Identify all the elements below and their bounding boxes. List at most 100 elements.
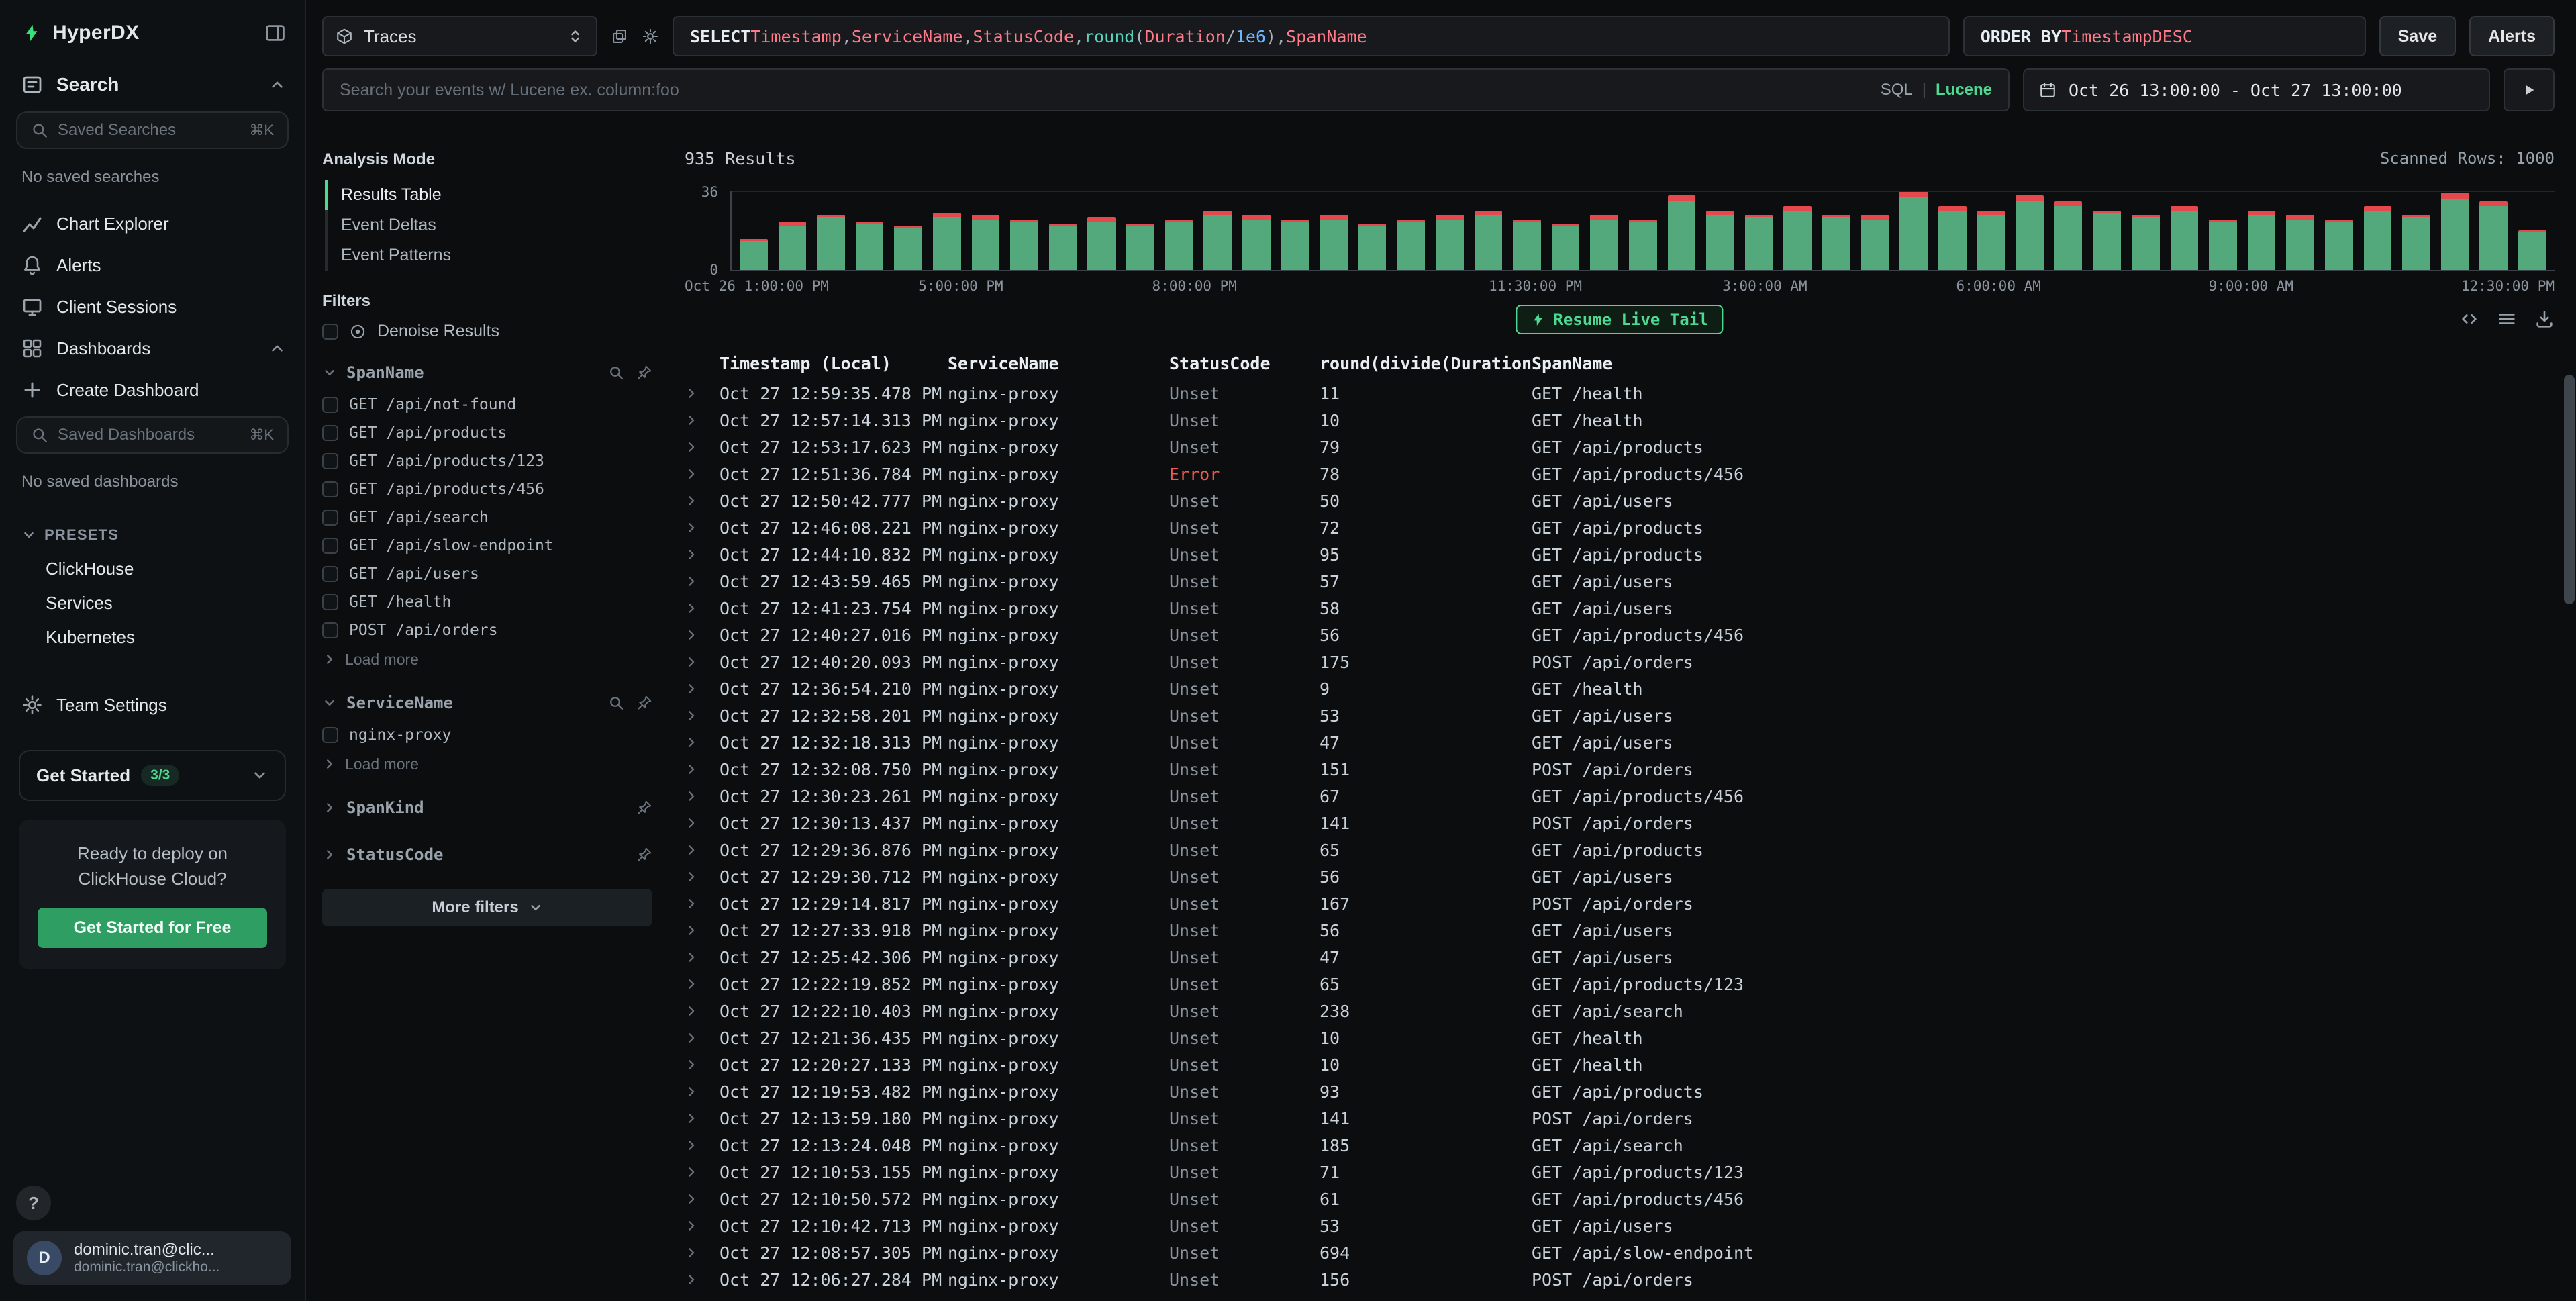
table-row[interactable]: Oct 27 12:25:42.306 PMnginx-proxyUnset47… (685, 944, 2555, 971)
row-expand-chevron-icon[interactable] (685, 548, 720, 561)
resume-live-tail-button[interactable]: Resume Live Tail (1516, 305, 1723, 334)
col-header-servicename[interactable]: ServiceName (948, 354, 1169, 373)
sql-mode-label[interactable]: SQL (1881, 81, 1913, 99)
table-row[interactable]: Oct 27 12:29:36.876 PMnginx-proxyUnset65… (685, 836, 2555, 863)
filter-option[interactable]: POST /api/orders (322, 616, 652, 644)
table-row[interactable]: Oct 27 12:43:59.465 PMnginx-proxyUnset57… (685, 568, 2555, 595)
table-row[interactable]: Oct 27 12:10:42.713 PMnginx-proxyUnset53… (685, 1212, 2555, 1239)
more-filters-button[interactable]: More filters (322, 889, 652, 926)
row-expand-chevron-icon[interactable] (685, 763, 720, 776)
sidebar-item-search[interactable]: Search (0, 60, 305, 106)
saved-dashboards-field[interactable] (58, 426, 240, 444)
table-row[interactable]: Oct 27 12:36:54.210 PMnginx-proxyUnset9G… (685, 675, 2555, 702)
load-more[interactable]: Load more (322, 644, 652, 674)
table-row[interactable]: Oct 27 12:59:35.478 PMnginx-proxyUnset11… (685, 380, 2555, 407)
row-expand-chevron-icon[interactable] (685, 1112, 720, 1125)
lucene-mode-label[interactable]: Lucene (1936, 81, 1992, 99)
col-header-duration[interactable]: round(divide(Duration, (1320, 354, 1532, 373)
table-row[interactable]: Oct 27 12:10:50.572 PMnginx-proxyUnset61… (685, 1186, 2555, 1212)
sidebar-item-services[interactable]: Services (0, 586, 305, 620)
row-expand-chevron-icon[interactable] (685, 655, 720, 669)
search-icon[interactable] (608, 365, 624, 381)
checkbox[interactable] (322, 622, 338, 638)
sidebar-item-client-sessions[interactable]: Client Sessions (0, 286, 305, 328)
vertical-scrollbar[interactable] (2564, 375, 2575, 604)
row-expand-chevron-icon[interactable] (685, 1165, 720, 1179)
checkbox[interactable] (322, 425, 338, 441)
row-expand-chevron-icon[interactable] (685, 816, 720, 830)
filter-option[interactable]: GET /api/not-found (322, 391, 652, 419)
col-header-spanname[interactable]: SpanName (1532, 354, 2555, 373)
table-row[interactable]: Oct 27 12:40:20.093 PMnginx-proxyUnset17… (685, 648, 2555, 675)
table-row[interactable]: Oct 27 12:08:57.305 PMnginx-proxyUnset69… (685, 1239, 2555, 1266)
row-expand-chevron-icon[interactable] (685, 736, 720, 749)
run-query-button[interactable] (2504, 68, 2555, 111)
chevron-up-icon[interactable] (268, 340, 286, 357)
table-row[interactable]: Oct 27 12:51:36.784 PMnginx-proxyError78… (685, 461, 2555, 487)
code-view-icon[interactable] (2459, 309, 2479, 329)
table-row[interactable]: Oct 27 12:19:53.482 PMnginx-proxyUnset93… (685, 1078, 2555, 1105)
filter-option[interactable]: GET /api/products/456 (322, 475, 652, 503)
row-expand-chevron-icon[interactable] (685, 387, 720, 400)
presets-toggle[interactable]: PRESETS (0, 508, 305, 552)
filter-option[interactable]: GET /health (322, 588, 652, 616)
event-search-box[interactable]: SQL | Lucene (322, 68, 2010, 111)
checkbox[interactable] (322, 453, 338, 469)
row-expand-chevron-icon[interactable] (685, 1273, 720, 1286)
row-expand-chevron-icon[interactable] (685, 1085, 720, 1098)
row-expand-chevron-icon[interactable] (685, 897, 720, 910)
download-icon[interactable] (2534, 309, 2555, 329)
row-expand-chevron-icon[interactable] (685, 709, 720, 722)
filter-option[interactable]: GET /api/slow-endpoint (322, 532, 652, 560)
get-started-card[interactable]: Get Started 3/3 (19, 750, 286, 801)
pin-icon[interactable] (636, 365, 652, 381)
sidebar-item-team-settings[interactable]: Team Settings (0, 684, 305, 726)
date-range-picker[interactable]: Oct 26 13:00:00 - Oct 27 13:00:00 (2023, 68, 2490, 111)
table-row[interactable]: Oct 27 12:32:08.750 PMnginx-proxyUnset15… (685, 756, 2555, 783)
analysis-mode-event-patterns[interactable]: Event Patterns (328, 240, 652, 271)
table-row[interactable]: Oct 27 12:06:27.284 PMnginx-proxyUnset15… (685, 1266, 2555, 1293)
row-expand-chevron-icon[interactable] (685, 575, 720, 588)
row-expand-chevron-icon[interactable] (685, 1246, 720, 1259)
chevron-up-icon[interactable] (268, 76, 286, 93)
alerts-button[interactable]: Alerts (2469, 16, 2555, 56)
checkbox[interactable] (322, 510, 338, 526)
checkbox[interactable] (322, 594, 338, 610)
sidebar-item-chart-explorer[interactable]: Chart Explorer (0, 203, 305, 244)
row-expand-chevron-icon[interactable] (685, 977, 720, 991)
row-expand-chevron-icon[interactable] (685, 628, 720, 642)
row-expand-chevron-icon[interactable] (685, 467, 720, 481)
filter-option[interactable]: GET /api/products (322, 419, 652, 447)
saved-searches-input[interactable]: ⌘K (16, 111, 289, 149)
analysis-mode-results-table[interactable]: Results Table (328, 180, 652, 210)
table-row[interactable]: Oct 27 12:29:30.712 PMnginx-proxyUnset56… (685, 863, 2555, 890)
help-button[interactable]: ? (16, 1186, 51, 1220)
saved-dashboards-input[interactable]: ⌘K (16, 416, 289, 454)
sql-orderby-editor[interactable]: ORDER BY Timestamp DESC (1963, 16, 2366, 56)
filter-group-statuscode[interactable]: StatusCode (322, 836, 652, 873)
table-row[interactable]: Oct 27 12:53:17.623 PMnginx-proxyUnset79… (685, 434, 2555, 461)
table-row[interactable]: Oct 27 12:41:23.754 PMnginx-proxyUnset58… (685, 595, 2555, 622)
row-expand-chevron-icon[interactable] (685, 1058, 720, 1071)
source-selector[interactable]: Traces (322, 16, 597, 56)
table-row[interactable]: Oct 27 12:50:42.777 PMnginx-proxyUnset50… (685, 487, 2555, 514)
checkbox[interactable] (322, 481, 338, 497)
row-expand-chevron-icon[interactable] (685, 1139, 720, 1152)
row-expand-chevron-icon[interactable] (685, 870, 720, 883)
sidebar-item-kubernetes[interactable]: Kubernetes (0, 620, 305, 655)
table-row[interactable]: Oct 27 12:10:53.155 PMnginx-proxyUnset71… (685, 1159, 2555, 1186)
table-row[interactable]: Oct 27 12:29:14.817 PMnginx-proxyUnset16… (685, 890, 2555, 917)
table-row[interactable]: Oct 27 12:21:36.435 PMnginx-proxyUnset10… (685, 1024, 2555, 1051)
checkbox[interactable] (322, 397, 338, 413)
filter-group-spanname[interactable]: SpanName (322, 354, 652, 391)
row-expand-chevron-icon[interactable] (685, 601, 720, 615)
row-expand-chevron-icon[interactable] (685, 682, 720, 695)
pin-icon[interactable] (636, 695, 652, 711)
table-row[interactable]: Oct 27 12:32:58.201 PMnginx-proxyUnset53… (685, 702, 2555, 729)
col-header-timestamp[interactable]: Timestamp (Local) (720, 354, 948, 373)
row-expand-chevron-icon[interactable] (685, 789, 720, 803)
checkbox[interactable] (322, 727, 338, 743)
event-search-input[interactable] (340, 81, 1867, 100)
row-expand-chevron-icon[interactable] (685, 1031, 720, 1045)
duplicate-icon[interactable] (611, 28, 628, 45)
